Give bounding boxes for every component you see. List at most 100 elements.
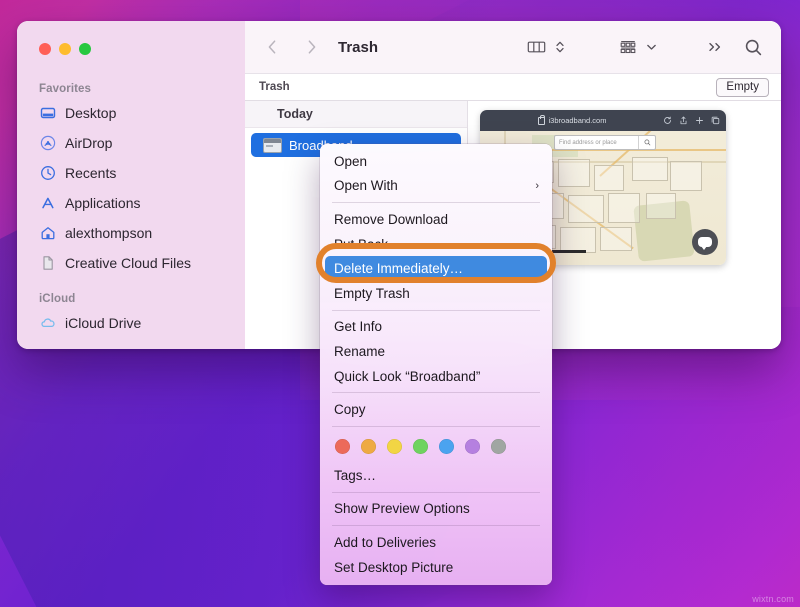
menu-item-label: Show Preview Options <box>334 501 470 516</box>
sidebar-section-icloud-title: iCloud <box>17 293 245 308</box>
menu-item-tags[interactable]: Tags… <box>320 463 552 488</box>
browser-url-text: i3broadband.com <box>549 116 607 125</box>
finder-sidebar: Favorites Desktop AirDrop Recents <box>17 21 245 349</box>
menu-item-label: Add to Deliveries <box>334 535 436 550</box>
pathbar-label: Trash <box>259 81 290 93</box>
menu-item-put-back[interactable]: Put Back <box>320 232 552 257</box>
reload-icon <box>663 112 672 130</box>
screenshot-file-icon <box>263 138 282 153</box>
menu-item-set-desktop-picture[interactable]: Set Desktop Picture <box>320 555 552 580</box>
sidebar-item-label: Creative Cloud Files <box>65 255 191 271</box>
map-parcel-block <box>632 157 668 181</box>
sidebar-item-creative-cloud-files[interactable]: Creative Cloud Files <box>17 248 245 278</box>
menu-item-label: Open <box>334 154 367 169</box>
empty-trash-button[interactable]: Empty <box>716 78 769 97</box>
tag-color-yellow[interactable] <box>387 439 402 454</box>
menu-item-label: Tags… <box>334 468 376 483</box>
tag-color-row <box>320 431 552 463</box>
tabs-icon <box>711 112 720 130</box>
map-parcel-block <box>568 195 604 223</box>
chat-bubble-icon[interactable] <box>692 229 718 255</box>
menu-separator <box>332 492 540 493</box>
menu-item-open-with[interactable]: Open With › <box>320 174 552 199</box>
menu-item-label: Delete Immediately… <box>334 261 463 276</box>
menu-item-label: Remove Download <box>334 212 448 227</box>
group-by-icon[interactable] <box>617 37 639 57</box>
forward-button[interactable] <box>298 34 324 60</box>
more-chevrons-icon[interactable] <box>705 37 726 57</box>
menu-item-label: Get Info <box>334 319 382 334</box>
menu-separator <box>332 310 540 311</box>
tag-color-green[interactable] <box>413 439 428 454</box>
column-view-icon[interactable] <box>525 37 548 57</box>
cloud-icon <box>39 315 56 332</box>
group-controls <box>617 37 659 57</box>
map-parcel-block <box>646 193 676 219</box>
menu-item-label: Set Desktop Picture <box>334 560 453 575</box>
back-button[interactable] <box>259 34 285 60</box>
context-menu: Open Open With › Remove Download Put Bac… <box>320 144 552 585</box>
menu-item-add-to-deliveries[interactable]: Add to Deliveries <box>320 530 552 555</box>
sidebar-item-label: AirDrop <box>65 135 112 151</box>
search-icon[interactable] <box>742 36 765 59</box>
tag-color-purple[interactable] <box>465 439 480 454</box>
wallpaper-glow-bottom-right <box>520 307 800 607</box>
map-search-placeholder: Find address or place <box>559 140 617 146</box>
menu-item-show-preview-options[interactable]: Show Preview Options <box>320 497 552 522</box>
sidebar-item-applications[interactable]: Applications <box>17 188 245 218</box>
share-icon <box>679 112 688 130</box>
close-button[interactable] <box>39 43 51 55</box>
finder-pathbar: Trash Empty <box>245 73 781 101</box>
sidebar-section-favorites-title: Favorites <box>17 83 245 98</box>
sidebar-item-recents[interactable]: Recents <box>17 158 245 188</box>
document-icon <box>39 255 56 272</box>
menu-separator <box>332 525 540 526</box>
menu-item-label: Put Back <box>334 237 388 252</box>
map-search-input[interactable]: Find address or place <box>554 135 656 150</box>
sidebar-item-home[interactable]: alexthompson <box>17 218 245 248</box>
search-icon[interactable] <box>638 136 655 149</box>
view-controls <box>525 37 567 57</box>
airdrop-icon <box>39 135 56 152</box>
maximize-button[interactable] <box>79 43 91 55</box>
sidebar-item-label: iCloud Drive <box>65 315 141 331</box>
menu-item-get-info[interactable]: Get Info <box>320 315 552 340</box>
sidebar-item-airdrop[interactable]: AirDrop <box>17 128 245 158</box>
home-icon <box>39 225 56 242</box>
sidebar-item-label: Applications <box>65 195 141 211</box>
tag-color-gray[interactable] <box>491 439 506 454</box>
chevron-down-icon[interactable] <box>644 37 659 57</box>
menu-separator <box>332 202 540 203</box>
menu-item-label: Open With <box>334 178 398 193</box>
map-parcel-block <box>608 193 640 223</box>
sidebar-item-label: alexthompson <box>65 225 152 241</box>
browser-toolbar-icons <box>663 112 720 130</box>
finder-toolbar: Trash <box>245 21 781 73</box>
sidebar-item-icloud-drive[interactable]: iCloud Drive <box>17 308 245 338</box>
tag-color-red[interactable] <box>335 439 350 454</box>
minimize-button[interactable] <box>59 43 71 55</box>
map-parcel-block <box>670 161 702 191</box>
sidebar-item-label: Recents <box>65 165 116 181</box>
updown-chevron-icon[interactable] <box>553 37 567 57</box>
menu-item-open[interactable]: Open <box>320 149 552 174</box>
menu-separator <box>332 426 540 427</box>
sidebar-item-desktop[interactable]: Desktop <box>17 98 245 128</box>
tag-color-orange[interactable] <box>361 439 376 454</box>
menu-item-empty-trash[interactable]: Empty Trash <box>320 281 552 306</box>
menu-item-label: Empty Trash <box>334 286 410 301</box>
menu-item-remove-download[interactable]: Remove Download <box>320 207 552 232</box>
menu-item-copy[interactable]: Copy <box>320 397 552 422</box>
menu-item-quick-look[interactable]: Quick Look “Broadband” <box>320 364 552 389</box>
lock-icon <box>538 117 545 125</box>
menu-item-label: Rename <box>334 344 385 359</box>
clock-icon <box>39 165 56 182</box>
window-controls <box>17 21 245 55</box>
menu-item-rename[interactable]: Rename <box>320 339 552 364</box>
tag-color-blue[interactable] <box>439 439 454 454</box>
map-parcel-block <box>600 227 632 251</box>
watermark: wixtn.com <box>752 594 794 604</box>
menu-item-delete-immediately[interactable]: Delete Immediately… <box>325 256 547 281</box>
desktop-wallpaper: Favorites Desktop AirDrop Recents <box>0 0 800 607</box>
new-tab-icon <box>695 112 704 130</box>
